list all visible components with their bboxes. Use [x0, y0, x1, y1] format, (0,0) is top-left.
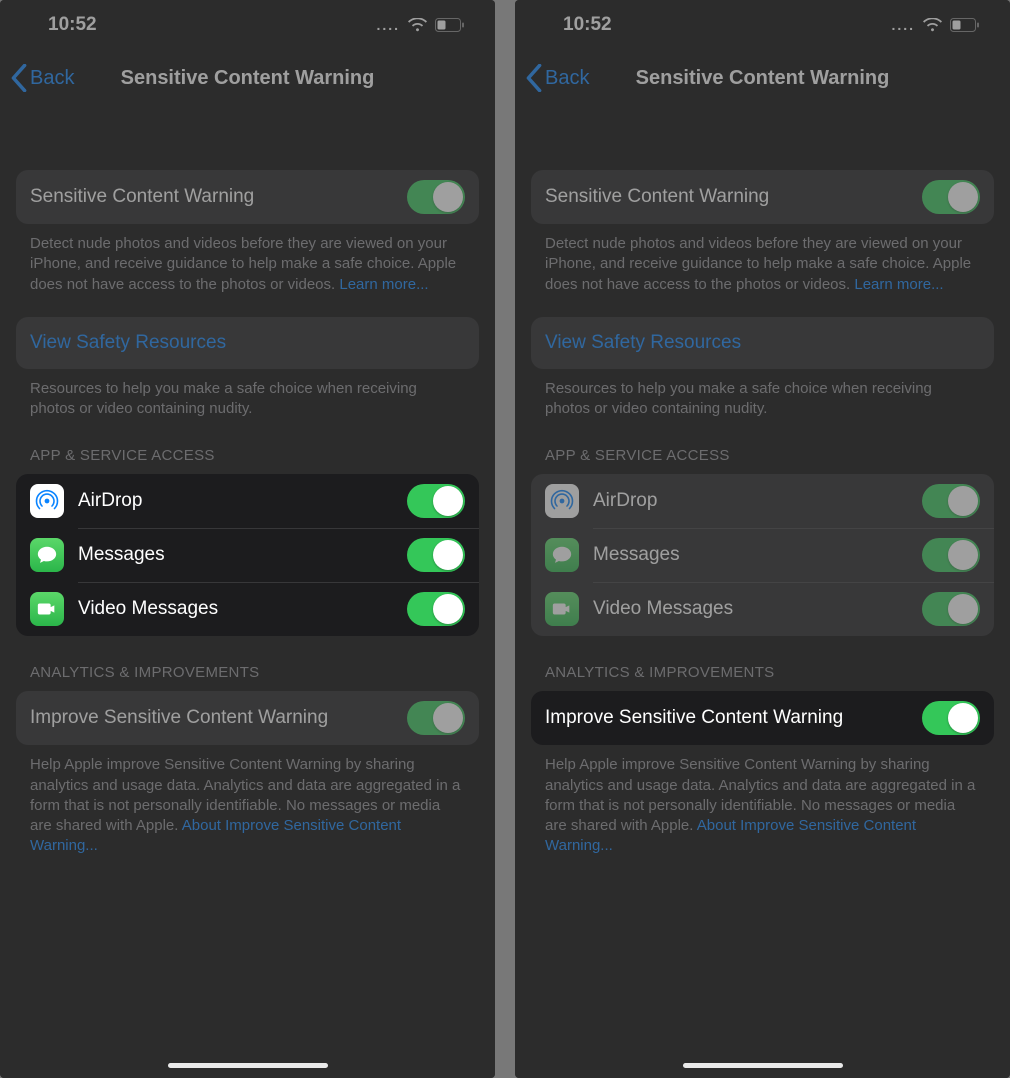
row-label: Sensitive Content Warning — [545, 186, 908, 208]
row-label: AirDrop — [78, 490, 393, 512]
battery-icon — [435, 18, 465, 32]
row-label: Messages — [78, 544, 393, 566]
phone-right: 10:52 .... Back Sensitive Content Warnin… — [515, 0, 1010, 1078]
toggle-on-icon[interactable] — [922, 484, 980, 518]
toggle-on-icon[interactable] — [922, 538, 980, 572]
cellular-dots-icon: .... — [376, 17, 400, 33]
home-indicator[interactable] — [683, 1063, 843, 1068]
messages-row[interactable]: Messages — [531, 528, 994, 582]
toggle-on-icon[interactable] — [922, 592, 980, 626]
apps-section-header: APP & SERVICE ACCESS — [531, 419, 994, 474]
safety-footer: Resources to help you make a safe choice… — [531, 369, 994, 420]
toggle-on-icon[interactable] — [407, 538, 465, 572]
improve-row[interactable]: Improve Sensitive Content Warning — [16, 691, 479, 745]
back-label: Back — [545, 67, 589, 90]
main-toggle-group: Sensitive Content Warning — [16, 170, 479, 224]
view-safety-resources-row[interactable]: View Safety Resources — [531, 317, 994, 369]
airdrop-icon — [30, 484, 64, 518]
airdrop-row[interactable]: AirDrop — [531, 474, 994, 528]
improve-group: Improve Sensitive Content Warning — [16, 691, 479, 745]
improve-row[interactable]: Improve Sensitive Content Warning — [531, 691, 994, 745]
apps-section-header: APP & SERVICE ACCESS — [16, 419, 479, 474]
toggle-on-icon[interactable] — [922, 701, 980, 735]
cellular-dots-icon: .... — [891, 17, 915, 33]
video-messages-row[interactable]: Video Messages — [531, 582, 994, 636]
apps-group: AirDrop Messages Video Messages — [531, 474, 994, 636]
improve-footer: Help Apple improve Sensitive Content War… — [531, 745, 994, 856]
row-label: Video Messages — [78, 598, 393, 620]
status-bar: 10:52 .... — [515, 0, 1010, 50]
status-bar: 10:52 .... — [0, 0, 495, 50]
messages-icon — [545, 538, 579, 572]
learn-more-link[interactable]: Learn more... — [854, 276, 943, 293]
nav-bar: Back Sensitive Content Warning — [515, 50, 1010, 106]
analytics-section-header: ANALYTICS & IMPROVEMENTS — [531, 636, 994, 691]
airdrop-row[interactable]: AirDrop — [16, 474, 479, 528]
battery-icon — [950, 18, 980, 32]
main-toggle-footer: Detect nude photos and videos before the… — [531, 224, 994, 295]
back-label: Back — [30, 67, 74, 90]
row-label: Improve Sensitive Content Warning — [545, 707, 908, 729]
row-label: Video Messages — [593, 598, 908, 620]
sensitive-content-warning-row[interactable]: Sensitive Content Warning — [531, 170, 994, 224]
nav-bar: Back Sensitive Content Warning — [0, 50, 495, 106]
toggle-on-icon[interactable] — [407, 592, 465, 626]
airdrop-icon — [545, 484, 579, 518]
toggle-on-icon[interactable] — [407, 180, 465, 214]
main-toggle-group: Sensitive Content Warning — [531, 170, 994, 224]
page-title: Sensitive Content Warning — [121, 67, 375, 90]
phone-left: 10:52 .... Back Sensitive Content Warnin… — [0, 0, 495, 1078]
wifi-icon — [923, 18, 942, 32]
safety-group: View Safety Resources — [16, 317, 479, 369]
learn-more-link[interactable]: Learn more... — [339, 276, 428, 293]
back-button[interactable]: Back — [525, 64, 589, 92]
toggle-on-icon[interactable] — [407, 484, 465, 518]
analytics-section-header: ANALYTICS & IMPROVEMENTS — [16, 636, 479, 691]
video-messages-icon — [545, 592, 579, 626]
row-label: Messages — [593, 544, 908, 566]
toggle-on-icon[interactable] — [407, 701, 465, 735]
row-label: AirDrop — [593, 490, 908, 512]
main-toggle-footer: Detect nude photos and videos before the… — [16, 224, 479, 295]
messages-row[interactable]: Messages — [16, 528, 479, 582]
chevron-left-icon — [10, 64, 28, 92]
chevron-left-icon — [525, 64, 543, 92]
home-indicator[interactable] — [168, 1063, 328, 1068]
video-messages-icon — [30, 592, 64, 626]
safety-group: View Safety Resources — [531, 317, 994, 369]
page-title: Sensitive Content Warning — [636, 67, 890, 90]
row-label: Improve Sensitive Content Warning — [30, 707, 393, 729]
row-label: Sensitive Content Warning — [30, 186, 393, 208]
improve-group: Improve Sensitive Content Warning — [531, 691, 994, 745]
video-messages-row[interactable]: Video Messages — [16, 582, 479, 636]
status-time: 10:52 — [563, 14, 612, 36]
status-time: 10:52 — [48, 14, 97, 36]
improve-footer: Help Apple improve Sensitive Content War… — [16, 745, 479, 856]
back-button[interactable]: Back — [10, 64, 74, 92]
messages-icon — [30, 538, 64, 572]
toggle-on-icon[interactable] — [922, 180, 980, 214]
wifi-icon — [408, 18, 427, 32]
safety-footer: Resources to help you make a safe choice… — [16, 369, 479, 420]
sensitive-content-warning-row[interactable]: Sensitive Content Warning — [16, 170, 479, 224]
view-safety-resources-row[interactable]: View Safety Resources — [16, 317, 479, 369]
apps-group: AirDrop Messages Video Messages — [16, 474, 479, 636]
